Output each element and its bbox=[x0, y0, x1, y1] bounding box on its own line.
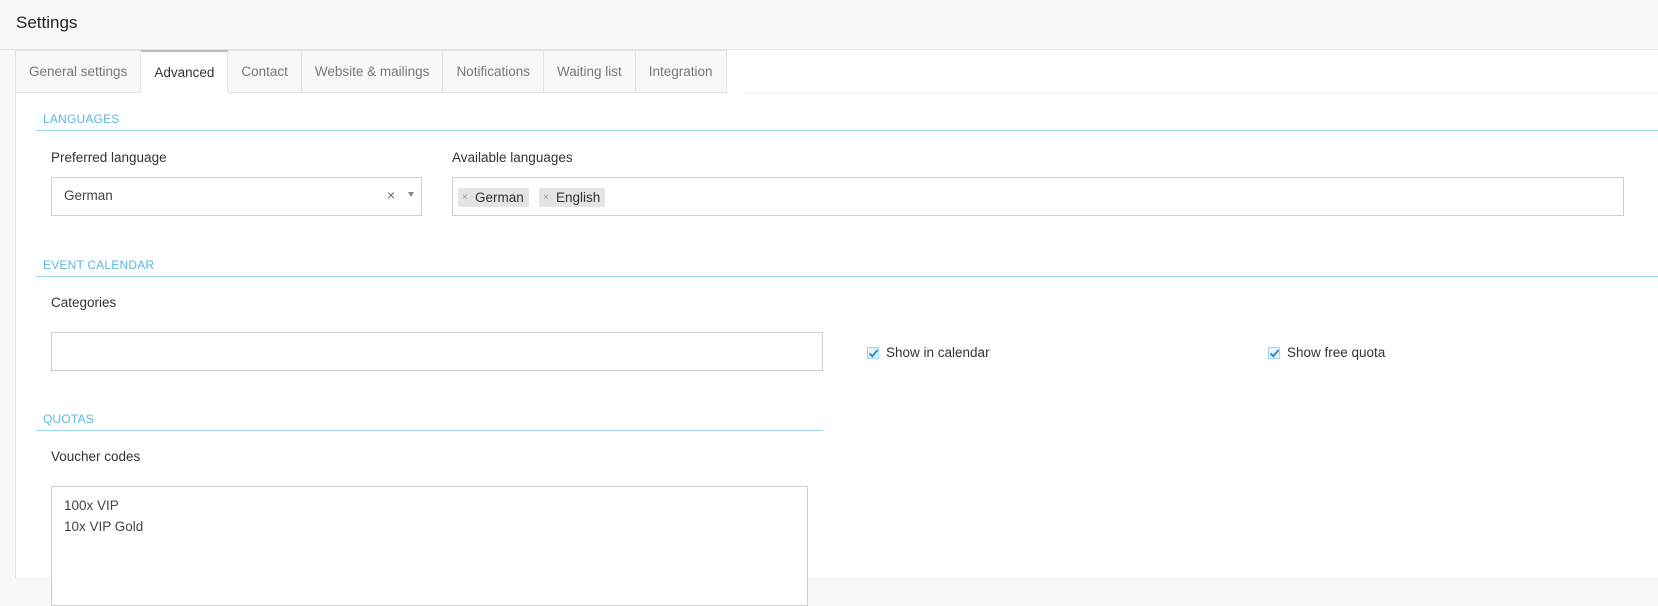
show-in-calendar-label: Show in calendar bbox=[886, 345, 990, 360]
page-title: Settings bbox=[16, 13, 78, 32]
language-tag-label: English bbox=[556, 190, 601, 205]
show-free-quota-label: Show free quota bbox=[1287, 345, 1386, 360]
tab-advanced[interactable]: Advanced bbox=[141, 50, 229, 93]
tab-integration[interactable]: Integration bbox=[635, 50, 727, 93]
tab-bar-divider bbox=[745, 92, 1658, 93]
tab-bar: General settings Advanced Contact Websit… bbox=[16, 50, 727, 93]
voucher-codes-label: Voucher codes bbox=[51, 449, 141, 464]
remove-tag-icon[interactable]: × bbox=[462, 188, 468, 207]
show-free-quota-checkbox[interactable]: Show free quota bbox=[1268, 345, 1385, 360]
settings-panel: General settings Advanced Contact Websit… bbox=[15, 50, 1658, 606]
tab-notifications[interactable]: Notifications bbox=[443, 50, 544, 93]
voucher-line: 10x VIP Gold bbox=[64, 519, 144, 534]
preferred-language-value: German bbox=[64, 188, 113, 203]
voucher-codes-textarea[interactable]: 100x VIP 10x VIP Gold bbox=[51, 486, 808, 606]
quotas-section-title: QUOTAS bbox=[43, 412, 94, 426]
chevron-down-icon[interactable] bbox=[408, 192, 414, 197]
language-tag-english: × English bbox=[539, 188, 606, 207]
languages-section-title: LANGUAGES bbox=[43, 112, 120, 126]
event-calendar-section-title: EVENT CALENDAR bbox=[43, 258, 155, 272]
preferred-language-label: Preferred language bbox=[51, 150, 167, 165]
voucher-line: 100x VIP bbox=[64, 498, 119, 513]
preferred-language-select[interactable]: German × bbox=[51, 177, 422, 216]
language-tag-german: × German bbox=[458, 188, 529, 207]
event-calendar-section-divider bbox=[36, 276, 1658, 277]
checkbox-checked-icon[interactable] bbox=[1268, 346, 1280, 359]
remove-tag-icon[interactable]: × bbox=[543, 188, 549, 207]
tab-general-settings[interactable]: General settings bbox=[16, 50, 142, 93]
available-languages-select[interactable]: × German × English bbox=[452, 177, 1624, 216]
categories-input[interactable] bbox=[51, 332, 823, 371]
tab-website-mailings[interactable]: Website & mailings bbox=[301, 50, 444, 93]
languages-section-divider bbox=[36, 130, 1658, 131]
available-languages-label: Available languages bbox=[452, 150, 573, 165]
quotas-section-divider bbox=[36, 430, 823, 431]
clear-icon[interactable]: × bbox=[387, 187, 395, 203]
checkbox-checked-icon[interactable] bbox=[867, 346, 879, 359]
categories-label: Categories bbox=[51, 295, 117, 310]
tab-waiting-list[interactable]: Waiting list bbox=[543, 50, 636, 93]
show-in-calendar-checkbox[interactable]: Show in calendar bbox=[867, 345, 990, 360]
language-tag-label: German bbox=[475, 190, 524, 205]
tab-contact[interactable]: Contact bbox=[228, 50, 302, 93]
page-header: Settings bbox=[0, 0, 1658, 50]
